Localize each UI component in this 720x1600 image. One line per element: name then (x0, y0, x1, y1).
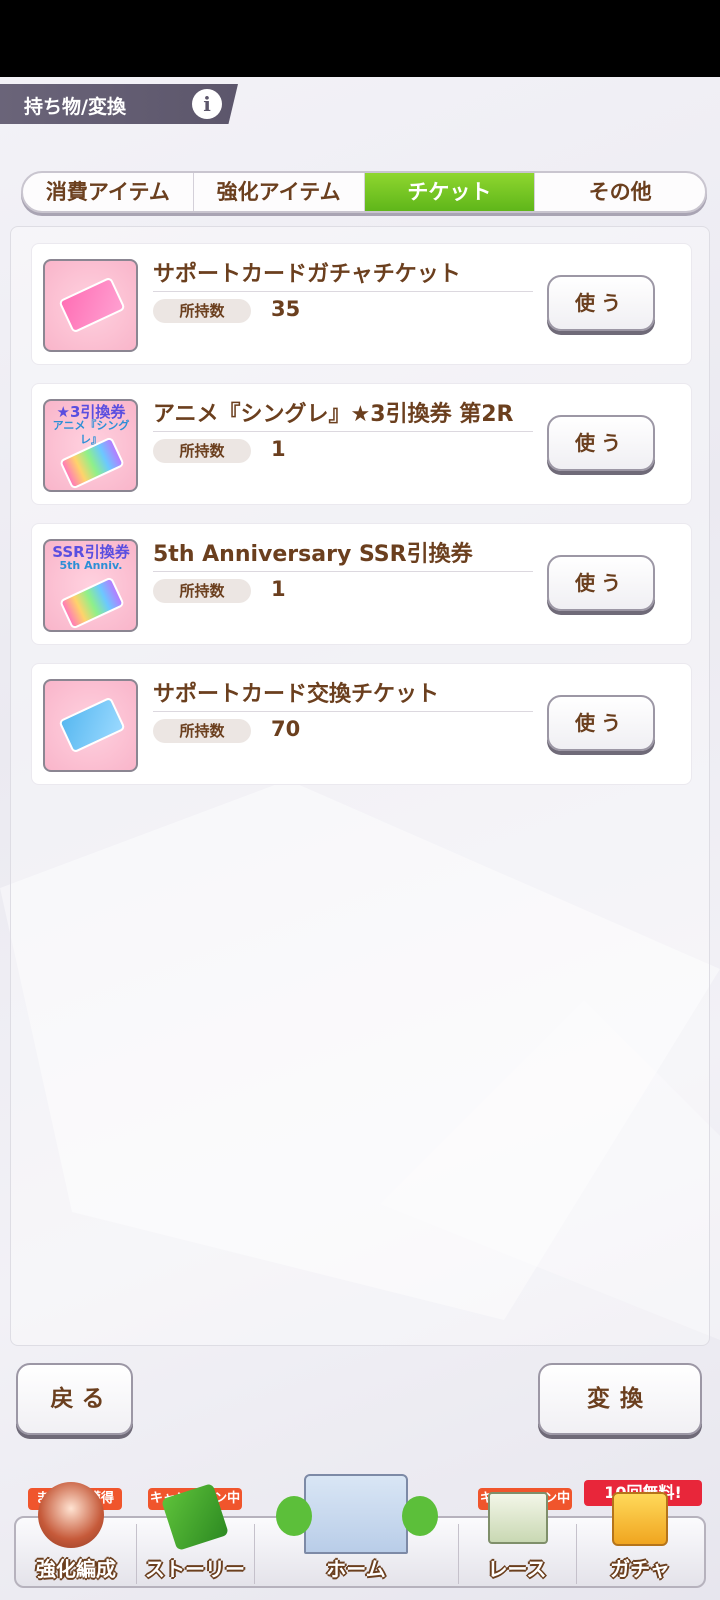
owned-label: 所持数 (153, 579, 251, 603)
info-icon[interactable]: i (192, 89, 222, 119)
character-avatar-icon (38, 1482, 104, 1548)
nav-item-story[interactable]: ストーリー (136, 1482, 254, 1586)
nav-label: ガチャ (610, 1557, 670, 1581)
nav-label: レース (487, 1557, 547, 1581)
tree-icon (402, 1496, 438, 1536)
page-title: 持ち物/変換 (24, 96, 126, 118)
use-button[interactable]: 使う (547, 555, 655, 611)
nav-label: ホーム (326, 1557, 386, 1581)
blue-ticket-icon (43, 679, 138, 772)
nav-label: 強化編成 (36, 1557, 116, 1581)
owned-label: 所持数 (153, 719, 251, 743)
nav-item-gacha[interactable]: ガチャ (576, 1492, 704, 1586)
bottom-nav: 強化編成 ストーリー ホーム レース ガチャ (14, 1474, 706, 1588)
race-gate-icon (488, 1492, 548, 1544)
owned-count: 35 (271, 297, 301, 321)
exchange-button[interactable]: 変換 (538, 1363, 702, 1435)
tab-consumables[interactable]: 消費アイテム (23, 173, 194, 211)
pink-ticket-icon (43, 259, 138, 352)
owned-count: 1 (271, 577, 286, 601)
status-bar (0, 0, 720, 77)
nav-item-home[interactable]: ホーム (254, 1474, 458, 1586)
tab-tickets[interactable]: チケット (364, 173, 536, 211)
item-name: アニメ『シングレ』★3引換券 第2R (153, 402, 514, 427)
nav-label: ストーリー (145, 1557, 245, 1581)
ssr-exchange-ticket-icon: SSR引換券 5th Anniv. (43, 539, 138, 632)
page-header: 持ち物/変換 i (0, 84, 240, 124)
use-button[interactable]: 使う (547, 275, 655, 331)
thumb-subtext: アニメ『シングレ』 (52, 419, 130, 446)
tab-other[interactable]: その他 (535, 173, 705, 211)
list-item: ★3引換券 アニメ『シングレ』 アニメ『シングレ』★3引換券 第2R 所持数 1… (31, 383, 692, 505)
list-item: サポートカードガチャチケット 所持数 35 使う (31, 243, 692, 365)
list-item: SSR引換券 5th Anniv. 5th Anniversary SSR引換券… (31, 523, 692, 645)
gacha-door-icon (612, 1492, 668, 1546)
nav-item-enhance[interactable]: 強化編成 (16, 1482, 136, 1586)
back-button[interactable]: 戻る (16, 1363, 133, 1435)
category-tabs: 消費アイテム 強化アイテム チケット その他 (21, 171, 707, 213)
use-button[interactable]: 使う (547, 695, 655, 751)
owned-label: 所持数 (153, 299, 251, 323)
tree-icon (276, 1496, 312, 1536)
star3-exchange-ticket-icon: ★3引換券 アニメ『シングレ』 (43, 399, 138, 492)
thumb-text: ★3引換券 (56, 403, 126, 421)
tab-enhancement[interactable]: 強化アイテム (194, 173, 365, 211)
use-button[interactable]: 使う (547, 415, 655, 471)
nav-item-race[interactable]: レース (458, 1492, 576, 1586)
item-name: 5th Anniversary SSR引換券 (153, 542, 473, 567)
owned-count: 70 (271, 717, 301, 741)
item-name: サポートカード交換チケット (153, 682, 440, 707)
item-name: サポートカードガチャチケット (153, 262, 461, 287)
thumb-subtext: 5th Anniv. (59, 559, 123, 572)
thumb-text: SSR引換券 (52, 543, 130, 561)
owned-count: 1 (271, 437, 286, 461)
owned-label: 所持数 (153, 439, 251, 463)
school-building-icon (304, 1474, 408, 1554)
list-item: サポートカード交換チケット 所持数 70 使う (31, 663, 692, 785)
